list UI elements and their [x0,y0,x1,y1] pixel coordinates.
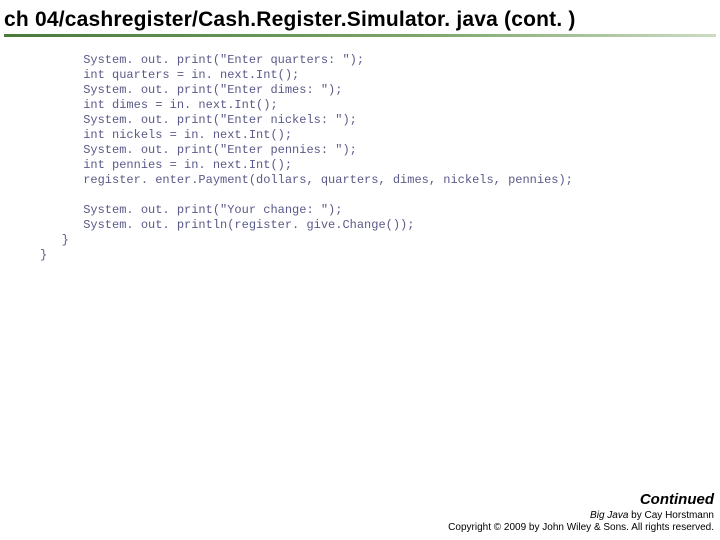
copyright-text: Copyright © 2009 by John Wiley & Sons. A… [448,522,714,533]
slide-footer: Continued Big Java by Cay Horstmann Copy… [448,491,714,534]
copyright-line: Big Java by Cay Horstmann Copyright © 20… [448,510,714,534]
slide-header: ch 04/cashregister/Cash.Register.Simulat… [0,0,720,39]
title-underline [4,34,716,37]
code-listing: System. out. print("Enter quarters: "); … [0,39,720,263]
book-title: Big Java [590,510,628,521]
book-author: by Cay Horstmann [628,510,714,521]
page-title: ch 04/cashregister/Cash.Register.Simulat… [4,8,716,32]
continued-label: Continued [448,491,714,508]
